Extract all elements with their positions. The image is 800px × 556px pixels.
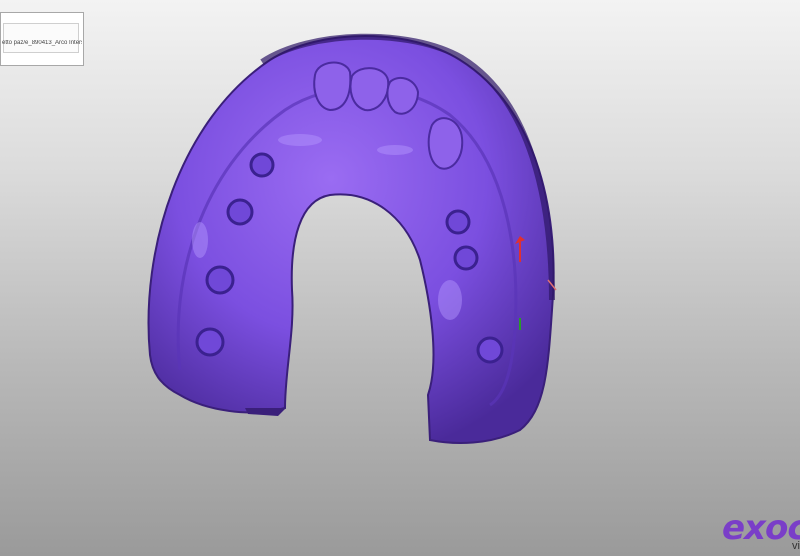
3d-viewport[interactable]: etto paz/e_890413_Arco Inters.stl exoc v…: [0, 0, 800, 556]
file-row[interactable]: etto paz/e_890413_Arco Inters.stl: [2, 23, 82, 53]
tooth-lateral-right: [386, 76, 420, 115]
implant-site: [249, 152, 275, 178]
arch-outer-shell: [147, 35, 555, 444]
implant-site: [445, 209, 471, 235]
file-info-panel: etto paz/e_890413_Arco Inters.stl: [0, 12, 84, 66]
brand-logo: exoc vi: [720, 508, 800, 552]
logo-subtext: vi: [792, 540, 800, 552]
implant-site: [205, 265, 235, 295]
dental-arch-model[interactable]: [0, 0, 800, 556]
file-name-label: etto paz/e_890413_Arco Inters.stl: [2, 40, 82, 46]
implant-site: [453, 245, 479, 271]
implant-site: [195, 327, 225, 357]
implant-site: [476, 336, 504, 364]
logo-text: exoc: [722, 508, 800, 548]
implant-site: [226, 198, 254, 226]
tooth-canine-right: [427, 117, 464, 170]
tooth-central-left: [313, 61, 352, 112]
arch-flange-left: [245, 408, 286, 416]
